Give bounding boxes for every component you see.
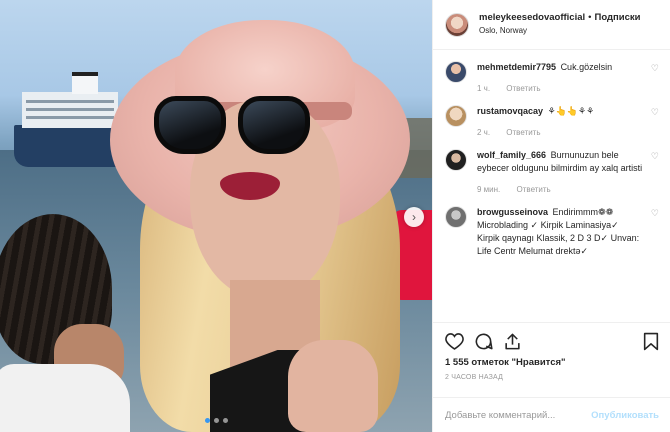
carousel-dot-active: [204, 418, 210, 423]
avatar[interactable]: [445, 149, 467, 171]
heart-icon[interactable]: ♡: [651, 208, 659, 219]
list-item: browgusseinova Endirimmm❁❁ Microblading …: [445, 196, 659, 258]
list-item: wolf_family_666 Burnunuzun bele eybecer …: [445, 139, 659, 196]
bookmark-icon[interactable]: [643, 332, 659, 351]
comment-time[interactable]: 2 ч.: [477, 128, 490, 137]
list-item: rustamovqacay ⚘👆👆⚘⚘ 2 ч. Ответить ♡: [445, 95, 659, 139]
comment-time[interactable]: 1 ч.: [477, 84, 490, 93]
post-location[interactable]: Oslo, Norway: [479, 26, 640, 35]
comment-icon[interactable]: [474, 332, 493, 351]
comment-username[interactable]: browgusseinova: [477, 207, 548, 217]
following-button[interactable]: Подписки: [594, 13, 640, 24]
list-item: mehmetdemir7795 Cuk.gözelsin 1 ч. Ответи…: [445, 51, 659, 95]
sunglasses: [154, 90, 310, 156]
share-icon[interactable]: [503, 332, 522, 351]
post-timestamp: 2 часов назад: [445, 374, 504, 381]
publish-button[interactable]: Опубликовать: [591, 410, 659, 421]
woman-figure: [100, 20, 432, 432]
reply-button[interactable]: Ответить: [506, 128, 540, 137]
chevron-right-icon[interactable]: ›: [404, 207, 424, 227]
avatar[interactable]: [445, 105, 467, 127]
comment-text: ⚘👆👆⚘⚘: [547, 106, 595, 116]
heart-icon[interactable]: [445, 332, 464, 350]
post-sidebar: meleykeesedovaofficial • Подписки Oslo, …: [432, 0, 670, 432]
comment-username[interactable]: rustamovqacay: [477, 106, 543, 116]
carousel-dots: [0, 418, 432, 423]
reply-button[interactable]: Ответить: [506, 84, 540, 93]
post-photo[interactable]: ›: [0, 0, 432, 432]
reply-button[interactable]: Ответить: [517, 185, 551, 194]
comment-username[interactable]: wolf_family_666: [477, 150, 546, 160]
post-header: meleykeesedovaofficial • Подписки Oslo, …: [433, 0, 670, 50]
comment-username[interactable]: mehmetdemir7795: [477, 62, 556, 72]
heart-icon[interactable]: ♡: [651, 107, 659, 118]
post-actions: 1 555 отметок "Нравится" 2 часов назад: [433, 322, 670, 381]
likes-count[interactable]: 1 555 отметок "Нравится": [445, 357, 659, 368]
author-username[interactable]: meleykeesedovaofficial: [479, 13, 585, 24]
add-comment-bar: Опубликовать: [433, 397, 670, 432]
avatar[interactable]: [445, 12, 469, 37]
comment-time[interactable]: 9 мин.: [477, 185, 500, 194]
comment-input[interactable]: [445, 409, 592, 421]
carousel-dot: [222, 418, 228, 423]
comment-text: Cuk.gözelsin: [560, 62, 613, 72]
avatar[interactable]: [445, 206, 467, 228]
heart-icon[interactable]: ♡: [651, 63, 659, 74]
carousel-dot: [213, 418, 219, 423]
comments-list[interactable]: mehmetdemir7795 Cuk.gözelsin 1 ч. Ответи…: [433, 51, 670, 322]
avatar[interactable]: [445, 61, 467, 83]
heart-icon[interactable]: ♡: [651, 151, 659, 162]
separator-dot: •: [588, 12, 592, 24]
